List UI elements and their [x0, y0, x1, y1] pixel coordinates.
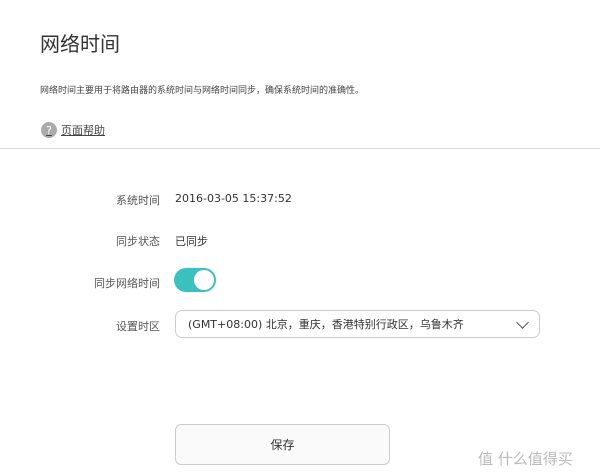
toggle-knob	[194, 270, 214, 290]
help-icon: ?	[41, 122, 57, 138]
sync-network-label: 同步网络时间	[94, 277, 160, 290]
sync-network-toggle[interactable]	[174, 268, 216, 292]
watermark: 值 什么值得买	[478, 450, 573, 468]
sync-status-value: 已同步	[175, 235, 208, 248]
system-time-value: 2016-03-05 15:37:52	[175, 192, 292, 205]
sync-status-label: 同步状态	[116, 235, 160, 248]
save-button[interactable]: 保存	[175, 424, 390, 465]
timezone-label: 设置时区	[116, 320, 160, 333]
divider	[0, 148, 600, 149]
page-help-link[interactable]: ? 页面帮助	[41, 122, 105, 138]
timezone-select[interactable]: (GMT+08:00) 北京，重庆，香港特别行政区，乌鲁木齐	[175, 310, 540, 338]
timezone-value: (GMT+08:00) 北京，重庆，香港特别行政区，乌鲁木齐	[188, 318, 464, 331]
page-title: 网络时间	[40, 32, 120, 56]
system-time-label: 系统时间	[116, 194, 160, 207]
page-description: 网络时间主要用于将路由器的系统时间与网络时间同步，确保系统时间的准确性。	[40, 86, 365, 96]
help-link-label: 页面帮助	[61, 124, 105, 137]
chevron-down-icon	[516, 316, 529, 329]
